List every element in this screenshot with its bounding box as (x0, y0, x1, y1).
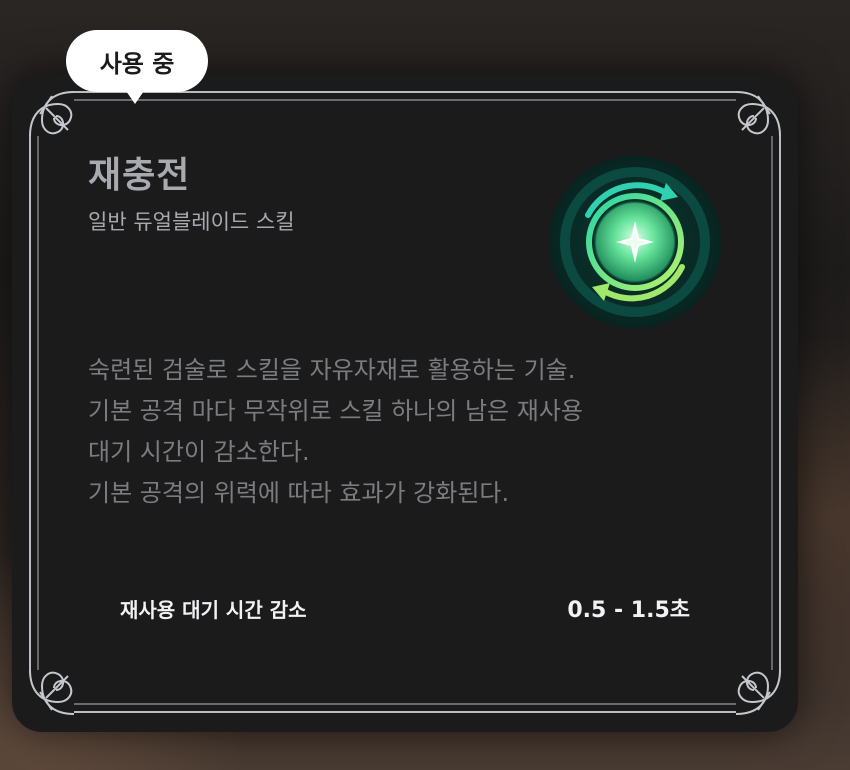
in-use-badge-tail (124, 88, 146, 104)
description-line: 숙련된 검술로 스킬을 자유자재로 활용하는 기술. (88, 356, 576, 384)
corner-ornament-br (735, 669, 781, 715)
skill-type: 일반 듀얼블레이드 스킬 (88, 210, 295, 234)
description-line: 기본 공격 마다 무작위로 스킬 하나의 남은 재사용 (88, 397, 584, 425)
corner-ornament-tr (735, 91, 781, 137)
description-line: 기본 공격의 위력에 따라 효과가 강화된다. (88, 479, 510, 507)
skill-description: 숙련된 검술로 스킬을 자유자재로 활용하는 기술. 기본 공격 마다 무작위로… (88, 350, 728, 514)
recharge-skill-icon (549, 156, 721, 328)
stat-label: 재사용 대기 시간 감소 (120, 597, 307, 622)
stat-row-cooldown-reduction: 재사용 대기 시간 감소 0.5 - 1.5초 (120, 588, 690, 628)
skill-name: 재충전 (88, 155, 191, 196)
description-line: 대기 시간이 감소한다. (88, 438, 310, 466)
in-use-badge: 사용 중 (66, 30, 208, 92)
corner-ornament-tl (29, 91, 75, 137)
in-use-badge-label: 사용 중 (99, 49, 175, 78)
stat-value: 0.5 - 1.5초 (567, 598, 690, 623)
corner-ornament-bl (29, 669, 75, 715)
